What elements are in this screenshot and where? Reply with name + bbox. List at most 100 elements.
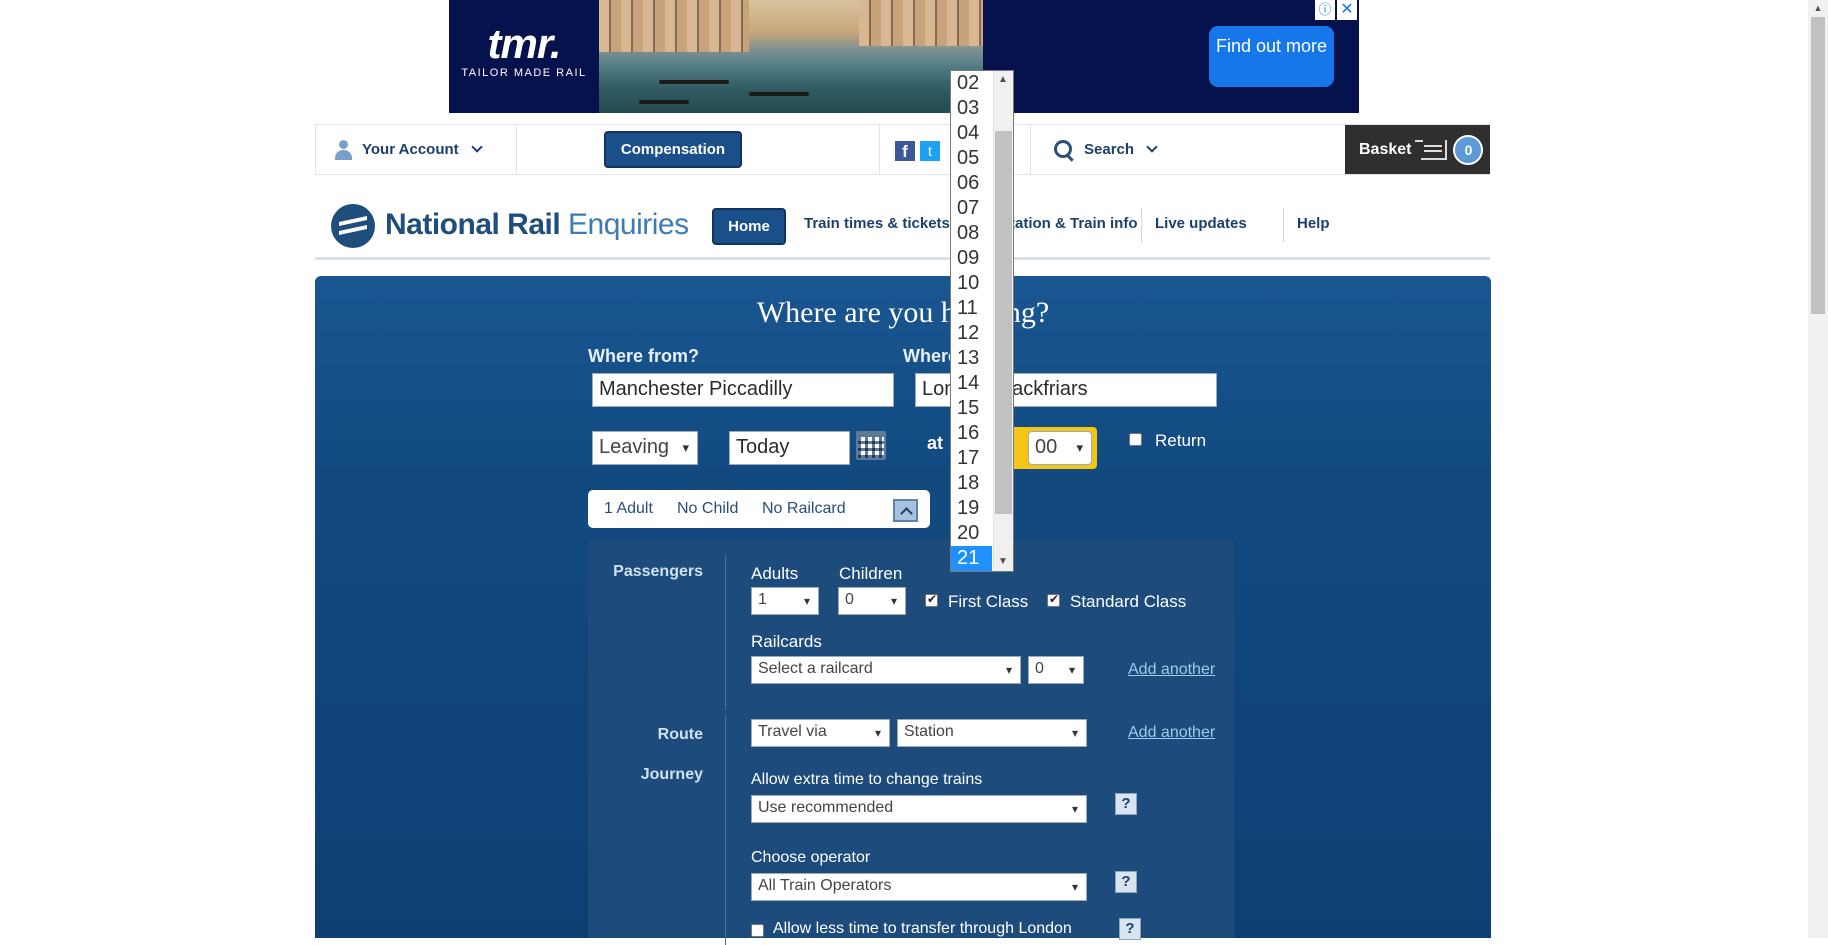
chevron-down-icon bbox=[1146, 141, 1158, 153]
hour-option[interactable]: 11 bbox=[951, 296, 992, 321]
help-icon[interactable]: ? bbox=[1119, 918, 1141, 940]
hour-option[interactable]: 06 bbox=[951, 171, 992, 196]
journey-heading: Journey bbox=[640, 766, 703, 783]
hour-option[interactable]: 20 bbox=[951, 521, 992, 546]
main-nav: National Rail Enquiries Home Train times… bbox=[315, 190, 1490, 260]
hour-option[interactable]: 18 bbox=[951, 471, 992, 496]
national-rail-logo-icon[interactable] bbox=[331, 204, 375, 248]
nav-train-times[interactable]: Train times & tickets bbox=[804, 190, 950, 257]
find-out-more-button[interactable]: Find out more bbox=[1209, 26, 1334, 87]
minute-select[interactable]: 00 bbox=[1028, 431, 1092, 465]
journey-options: Passengers Adults Children 1 0 First Cla… bbox=[588, 540, 1234, 945]
help-icon[interactable]: ? bbox=[1115, 793, 1137, 815]
nav-live-updates[interactable]: Live updates bbox=[1155, 190, 1247, 257]
basket-button[interactable]: Basket 0 bbox=[1345, 125, 1490, 174]
adults-label: Adults bbox=[751, 564, 799, 583]
hour-option[interactable]: 13 bbox=[951, 346, 992, 371]
advert-banner[interactable]: tmr. TAILOR MADE RAIL Find out more ⓘ ✕ bbox=[449, 0, 1359, 113]
hour-option[interactable]: 10 bbox=[951, 271, 992, 296]
compensation-button[interactable]: Compensation bbox=[604, 131, 742, 168]
hour-option[interactable]: 08 bbox=[951, 221, 992, 246]
hour-option[interactable]: 21 bbox=[951, 546, 992, 571]
hour-option[interactable]: 07 bbox=[951, 196, 992, 221]
hour-option[interactable]: 12 bbox=[951, 321, 992, 346]
national-rail-wordmark[interactable]: National Rail Enquiries bbox=[385, 208, 689, 242]
hour-option[interactable]: 03 bbox=[951, 96, 992, 121]
brand-main: National Rail bbox=[385, 208, 561, 241]
hour-option[interactable]: 05 bbox=[951, 146, 992, 171]
leaving-arriving-select[interactable]: Leaving bbox=[592, 431, 698, 465]
chevron-up-icon[interactable] bbox=[893, 499, 918, 522]
tmr-logo: tmr. TAILOR MADE RAIL bbox=[449, 0, 599, 113]
less-time-checkbox[interactable] bbox=[751, 924, 764, 937]
scroll-down-icon[interactable]: ▼ bbox=[993, 553, 1013, 571]
passenger-summary[interactable]: 1 Adult No Child No Railcard bbox=[588, 490, 930, 528]
passengers-heading: Passengers bbox=[613, 563, 703, 580]
adults-select[interactable]: 1 bbox=[751, 587, 819, 615]
tmr-brand: tmr. bbox=[487, 20, 561, 67]
dropdown-scrollbar[interactable]: ▲ ▼ bbox=[993, 71, 1013, 571]
ad-info-icon[interactable]: ⓘ bbox=[1315, 0, 1335, 20]
chevron-down-icon bbox=[471, 141, 483, 153]
user-icon bbox=[334, 139, 352, 160]
railcard-count-select[interactable]: 0 bbox=[1028, 656, 1084, 684]
nav-home[interactable]: Home bbox=[712, 208, 786, 245]
railcards-label: Railcards bbox=[751, 632, 822, 651]
basket-label: Basket bbox=[1359, 140, 1412, 158]
basket-count-badge: 0 bbox=[1453, 134, 1484, 165]
first-class-label: First Class bbox=[948, 592, 1029, 611]
nav-help[interactable]: Help bbox=[1297, 190, 1330, 257]
page-scrollbar[interactable]: ▲ bbox=[1808, 0, 1828, 938]
journey-planner: Where are you heading? Where from? Where… bbox=[315, 276, 1491, 945]
add-railcard-link[interactable]: Add another bbox=[1128, 661, 1215, 679]
search-label: Search bbox=[1084, 141, 1135, 158]
at-label: at bbox=[927, 433, 944, 453]
scroll-up-icon[interactable]: ▲ bbox=[993, 71, 1013, 89]
venice-canal-image bbox=[599, 0, 983, 113]
scroll-up-icon[interactable]: ▲ bbox=[1808, 0, 1828, 17]
hour-dropdown-list[interactable]: 02 03 04 05 06 07 08 09 10 11 12 13 14 15 16 17 18 19 20 21… bbox=[950, 70, 1014, 572]
children-label: Children bbox=[839, 564, 903, 583]
facebook-icon[interactable]: f bbox=[895, 141, 915, 161]
operator-select[interactable]: All Train Operators bbox=[751, 873, 1087, 901]
hour-option[interactable]: 19 bbox=[951, 496, 992, 521]
ad-close-icon[interactable]: ✕ bbox=[1337, 0, 1357, 20]
dropdown-scroll-thumb[interactable] bbox=[995, 131, 1012, 514]
standard-class-label: Standard Class bbox=[1070, 592, 1187, 611]
less-time-label: Allow less time to transfer through Lond… bbox=[773, 920, 1072, 937]
via-station-input[interactable]: Station bbox=[897, 719, 1087, 747]
summary-adults: 1 Adult bbox=[604, 500, 653, 517]
your-account-menu[interactable]: Your Account bbox=[334, 125, 483, 174]
standard-class-checkbox[interactable] bbox=[1047, 592, 1060, 607]
your-account-label: Your Account bbox=[362, 141, 459, 158]
hour-option[interactable]: 15 bbox=[951, 396, 992, 421]
journey-headline: Where are you heading? bbox=[756, 296, 1050, 329]
date-input[interactable]: Today bbox=[729, 431, 850, 465]
railcard-select[interactable]: Select a railcard bbox=[751, 656, 1021, 684]
extra-time-select[interactable]: Use recommended bbox=[751, 795, 1087, 823]
help-icon[interactable]: ? bbox=[1115, 871, 1137, 893]
from-station-input[interactable]: Manchester Piccadilly bbox=[592, 373, 894, 407]
return-checkbox[interactable] bbox=[1129, 433, 1142, 446]
route-heading: Route bbox=[657, 726, 703, 743]
nav-station-train-info[interactable]: Station & Train info bbox=[1000, 190, 1138, 257]
summary-railcard: No Railcard bbox=[762, 500, 846, 517]
add-via-link[interactable]: Add another bbox=[1128, 724, 1215, 742]
return-label: Return bbox=[1155, 431, 1207, 450]
first-class-checkbox[interactable] bbox=[925, 592, 938, 607]
twitter-icon[interactable]: t bbox=[920, 141, 940, 161]
extra-time-label: Allow extra time to change trains bbox=[751, 771, 983, 788]
hour-option[interactable]: 04 bbox=[951, 121, 992, 146]
calendar-icon[interactable] bbox=[856, 431, 886, 460]
hour-option[interactable]: 17 bbox=[951, 446, 992, 471]
hour-option[interactable]: 14 bbox=[951, 371, 992, 396]
hour-option[interactable]: 16 bbox=[951, 421, 992, 446]
search-menu[interactable]: Search bbox=[1054, 125, 1158, 174]
from-label: Where from? bbox=[588, 346, 700, 366]
travel-via-select[interactable]: Travel via bbox=[751, 719, 890, 747]
hour-option[interactable]: 02 bbox=[951, 71, 992, 96]
page-scroll-thumb[interactable] bbox=[1811, 17, 1825, 314]
hour-option[interactable]: 09 bbox=[951, 246, 992, 271]
summary-children: No Child bbox=[677, 500, 739, 517]
children-select[interactable]: 0 bbox=[838, 587, 906, 615]
